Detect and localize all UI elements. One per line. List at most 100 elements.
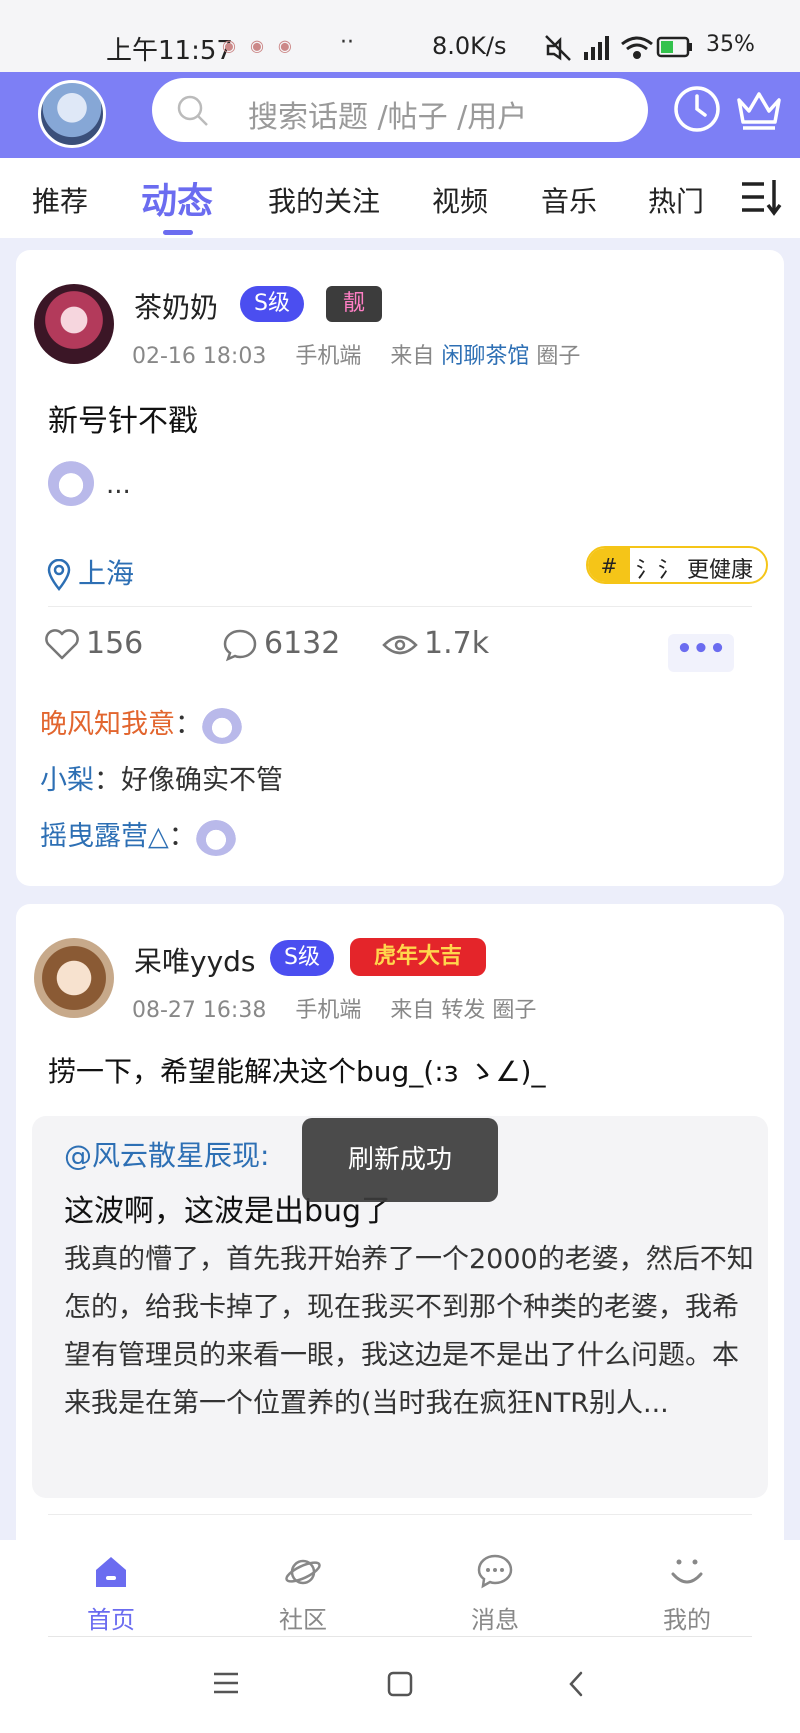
divider — [48, 606, 752, 607]
location[interactable]: 上海 — [46, 552, 134, 592]
battery-level: 35% — [706, 32, 755, 57]
circle-suffix: 圈子 — [492, 998, 537, 1023]
username[interactable]: 茶奶奶 — [134, 286, 218, 326]
search-placeholder: 搜索话题 /帖子 /用户 — [248, 100, 528, 135]
user-avatar[interactable] — [34, 938, 114, 1018]
comment-item[interactable]: 摇曳露营△： — [40, 814, 236, 856]
bottom-nav: 首页 社区 消息 我的 — [0, 1540, 800, 1640]
tab-hot[interactable]: 热门 — [648, 180, 704, 220]
tag-hash: # — [588, 548, 630, 582]
comment-author[interactable]: 摇曳露营△ — [40, 821, 169, 852]
comment-icon — [223, 629, 257, 661]
menu-icon[interactable] — [212, 1670, 240, 1700]
location-label: 上海 — [78, 557, 135, 590]
search-bar[interactable]: 搜索话题 /帖子 /用户 — [152, 78, 648, 142]
cat-sticker — [202, 707, 242, 744]
category-tabs: 推荐 动态 我的关注 视频 音乐 热门 — [0, 158, 800, 238]
circle-suffix: 圈子 — [536, 344, 581, 369]
topic-tag[interactable]: # 氵氵 更健康 — [586, 546, 768, 584]
chat-icon — [477, 1554, 513, 1589]
user-avatar[interactable] — [34, 284, 114, 364]
cat-sticker — [48, 460, 94, 506]
notification-icons: ◉◉◉ — [222, 36, 306, 55]
special-badge: 靓 — [326, 286, 382, 322]
eye-icon — [382, 635, 418, 654]
nav-home[interactable]: 首页 — [56, 1552, 166, 1635]
post-content: 捞一下，希望能解决这个bug_(:з ゝ∠)_ — [48, 1055, 546, 1088]
more-options-button[interactable]: ••• — [668, 634, 734, 672]
username[interactable]: 呆唯yyds — [134, 940, 256, 980]
comment-text: 好像确实不管 — [121, 765, 283, 796]
comment-author[interactable]: 晚风知我意 — [40, 709, 175, 740]
status-time: 上午11:57 — [106, 36, 233, 66]
comment-sep: ： — [94, 765, 121, 796]
post-time: 02-16 18:03 — [132, 344, 267, 369]
view-count: 1.7k — [424, 626, 490, 661]
comment-author[interactable]: 小梨 — [40, 765, 94, 796]
search-icon — [176, 94, 210, 132]
post-meta: 08-27 16:38 手机端 来自 转发 圈子 — [132, 992, 536, 1024]
app-header: 搜索话题 /帖子 /用户 — [0, 72, 800, 158]
nav-profile-label: 我的 — [663, 1606, 711, 1634]
divider — [48, 1514, 752, 1515]
post-card[interactable]: 茶奶奶 S级 靓 02-16 18:03 手机端 来自 闲聊茶馆 圈子 新号针不… — [16, 250, 784, 886]
system-nav-bar — [0, 1640, 800, 1733]
tab-video[interactable]: 视频 — [432, 180, 488, 220]
post-meta: 02-16 18:03 手机端 来自 闲聊茶馆 圈子 — [132, 338, 580, 370]
post-device: 手机端 — [295, 344, 362, 369]
level-badge: S级 — [270, 940, 334, 976]
home-button-icon[interactable] — [386, 1670, 414, 1702]
sticker-ellipsis: ... — [106, 470, 131, 500]
circle-link[interactable]: 闲聊茶馆 — [441, 344, 529, 369]
nav-messages[interactable]: 消息 — [440, 1552, 550, 1635]
comment-item[interactable]: 晚风知我意： — [40, 702, 242, 744]
like-button[interactable]: 156 — [44, 626, 143, 661]
network-speed: 8.0K/s — [432, 32, 507, 60]
festival-badge: 虎年大吉 — [350, 938, 487, 976]
tab-dynamic[interactable]: 动态 — [141, 172, 213, 224]
tag-text: 氵氵 更健康 — [636, 558, 753, 583]
tab-recommend[interactable]: 推荐 — [32, 180, 88, 220]
post-time: 08-27 16:38 — [132, 998, 267, 1023]
comment-sep: ： — [175, 709, 202, 740]
wifi-icon — [621, 36, 653, 59]
clock-icon[interactable] — [672, 84, 722, 138]
from-label: 来自 — [390, 998, 435, 1023]
tab-following[interactable]: 我的关注 — [268, 180, 380, 220]
views-stat: 1.7k — [382, 626, 489, 661]
nav-community-label: 社区 — [279, 1606, 327, 1634]
nav-messages-label: 消息 — [471, 1606, 519, 1634]
back-icon[interactable] — [566, 1670, 586, 1702]
quoted-author[interactable]: @风云散星辰现: — [64, 1134, 269, 1174]
nav-profile[interactable]: 我的 — [632, 1552, 742, 1635]
post-content: 新号针不戳 — [48, 404, 198, 439]
mute-icon — [545, 35, 571, 61]
my-avatar[interactable] — [38, 80, 106, 148]
cat-sticker — [195, 819, 236, 856]
signal-icons — [544, 32, 694, 66]
more-notifications: ·· — [340, 30, 354, 55]
comment-item[interactable]: 小梨：好像确实不管 — [40, 758, 283, 797]
like-count: 156 — [86, 626, 144, 661]
level-badge: S级 — [240, 286, 304, 322]
comment-button[interactable]: 6132 — [222, 626, 340, 662]
heart-icon — [45, 628, 79, 659]
circle-link[interactable]: 转发 — [441, 998, 485, 1023]
cell-signal-icon — [584, 36, 609, 60]
comment-count: 6132 — [264, 626, 341, 661]
post-card[interactable]: 呆唯yyds S级 虎年大吉 08-27 16:38 手机端 来自 转发 圈子 … — [16, 904, 784, 1564]
active-tab-indicator — [163, 230, 193, 235]
crown-icon[interactable] — [734, 84, 784, 138]
post-device: 手机端 — [295, 998, 362, 1023]
comment-sep: ： — [168, 821, 196, 852]
nav-community[interactable]: 社区 — [248, 1552, 358, 1635]
tab-music[interactable]: 音乐 — [541, 180, 597, 220]
battery-icon — [656, 36, 692, 58]
post-stats: 156 6132 1.7k — [44, 626, 754, 676]
status-bar: 上午11:57 ◉◉◉ ·· 8.0K/s 35% — [0, 0, 800, 72]
divider — [48, 1636, 752, 1637]
quoted-body: 我真的懵了，首先我开始养了一个2000的老婆，然后不知怎的，给我卡掉了，现在我买… — [64, 1244, 754, 1419]
from-label: 来自 — [390, 344, 435, 369]
toast-message: 刷新成功 — [302, 1118, 498, 1202]
tab-sort-icon[interactable] — [740, 178, 784, 222]
